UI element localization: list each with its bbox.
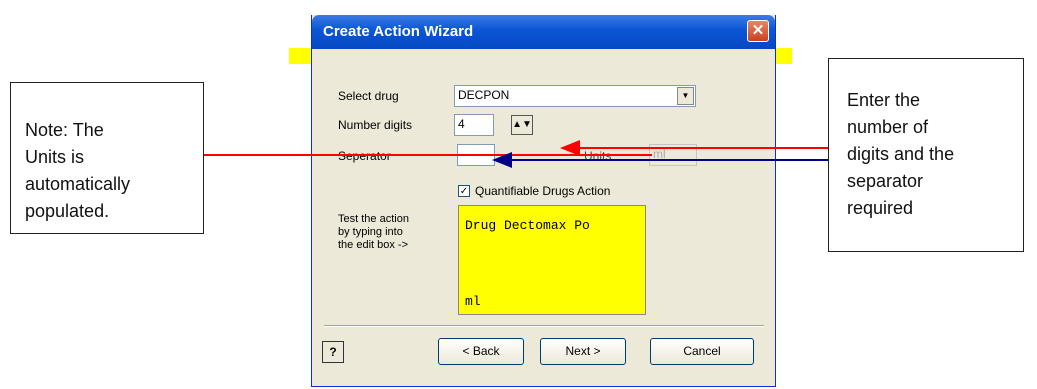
annotation-arrows (204, 140, 828, 168)
